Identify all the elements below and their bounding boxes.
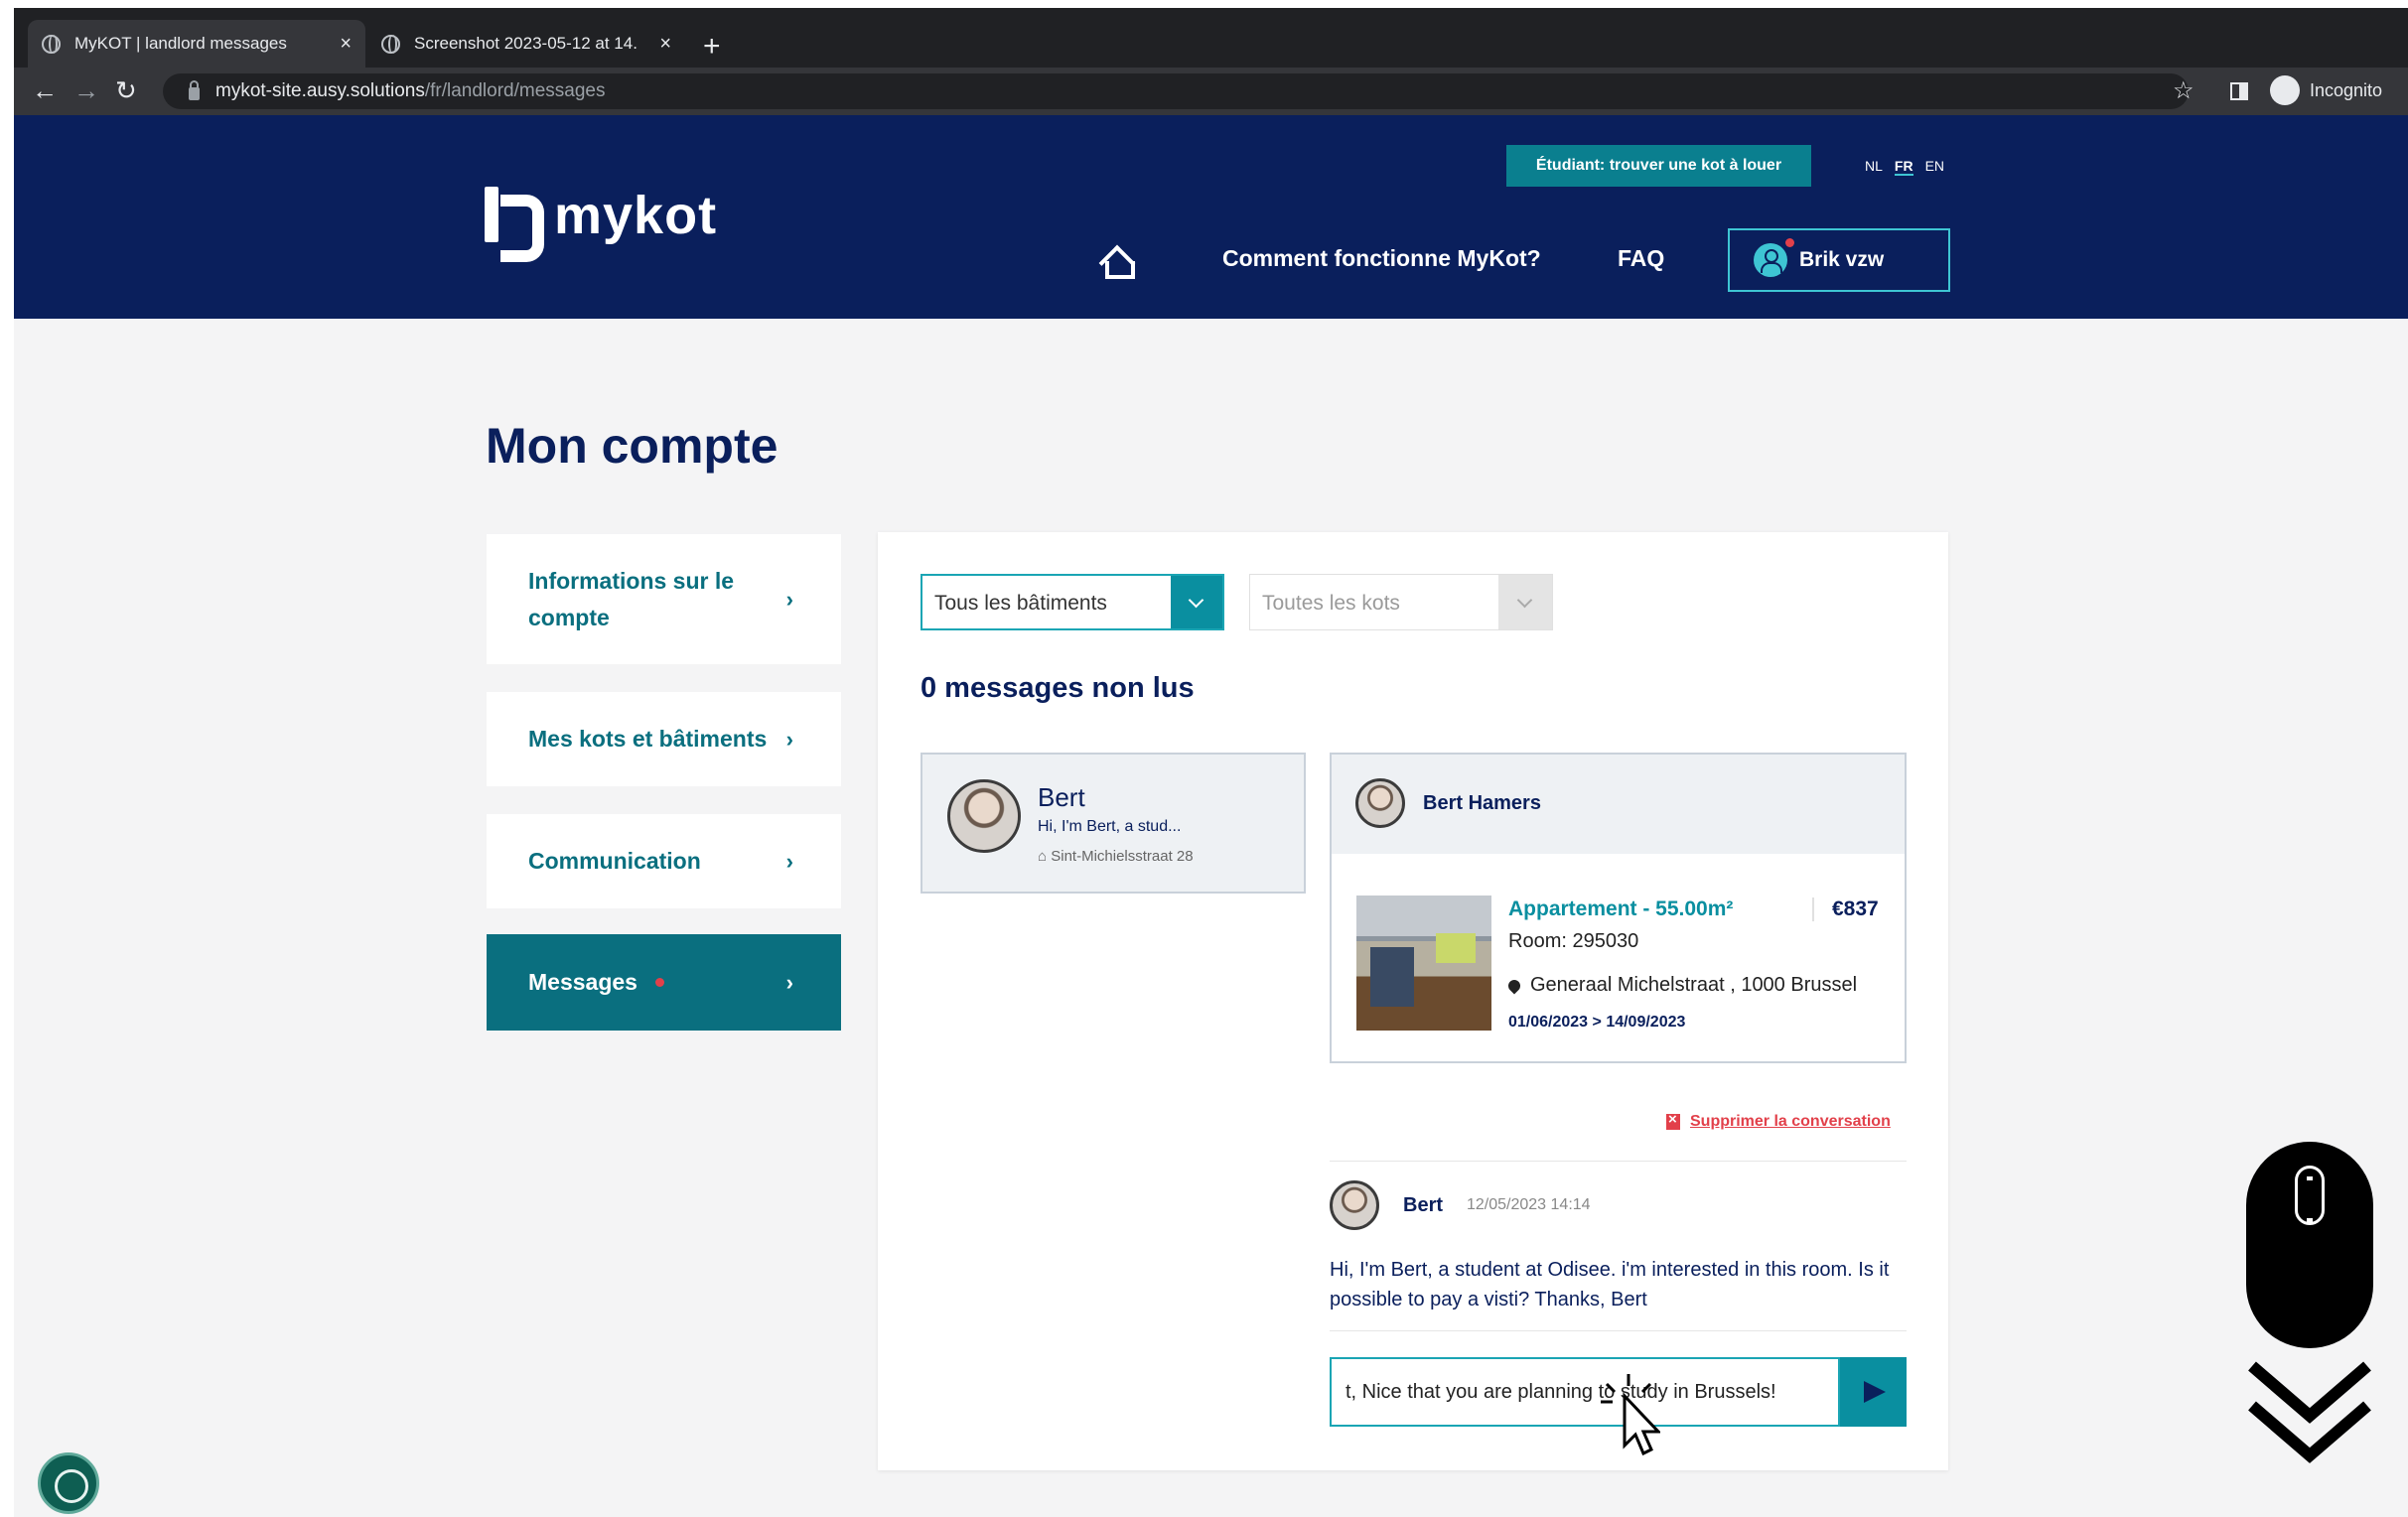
mykot-logo[interactable]: mykot [485, 185, 718, 262]
lang-nl[interactable]: NL [1865, 158, 1883, 176]
conversation-detail-card: Bert Hamers Appartement - 55.00m² €837 R… [1330, 753, 1907, 1063]
address-text: Sint-Michielsstraat 28 [1051, 848, 1194, 865]
unread-dot [654, 978, 664, 987]
forward-icon[interactable]: → [73, 75, 99, 106]
side-panel-icon[interactable] [2230, 82, 2248, 100]
scroll-down-chevrons-icon [2248, 1361, 2371, 1463]
message-body: Hi, I'm Bert, a student at Odisee. i'm i… [1330, 1259, 1890, 1310]
mouse-pointer-icon [1601, 1374, 1660, 1455]
cookie-settings-icon[interactable] [38, 1452, 99, 1514]
incognito-indicator[interactable]: Incognito [2270, 75, 2382, 105]
delete-icon [1666, 1111, 1680, 1130]
location-pin-icon [1505, 977, 1523, 994]
house-icon: ⌂ [1038, 848, 1048, 865]
select-value: Tous les bâtiments [934, 592, 1107, 615]
new-tab-icon[interactable]: + [703, 30, 721, 64]
home-icon[interactable] [1101, 246, 1135, 279]
avatar [1355, 778, 1405, 828]
delete-conversation-link[interactable]: Supprimer la conversation [1666, 1111, 1891, 1131]
chevron-down-icon[interactable] [1498, 575, 1552, 629]
logo-wordmark: mykot [554, 186, 718, 245]
back-icon[interactable]: ← [32, 75, 58, 106]
menu-label: Communication [528, 848, 701, 874]
reply-input[interactable] [1346, 1377, 1822, 1407]
lock-icon [189, 79, 200, 100]
tab-screenshot[interactable]: Screenshot 2023-05-12 at 14. × [367, 20, 685, 68]
chevron-down-icon[interactable] [1171, 576, 1222, 628]
message-author: Bert [1403, 1194, 1444, 1216]
message-avatar [1330, 1180, 1379, 1230]
divider [1330, 1330, 1907, 1331]
rental-dates: 01/06/2023 > 14/09/2023 [1508, 1014, 1686, 1031]
apartment-title[interactable]: Appartement - 55.00m² [1508, 897, 1733, 921]
room-number: Room: 295030 [1508, 930, 1639, 952]
lang-en[interactable]: EN [1925, 158, 1944, 176]
student-find-kot-button[interactable]: Étudiant: trouver une kot à louer [1506, 145, 1811, 187]
url-path: /fr/landlord/messages [424, 80, 606, 101]
conversation-address: ⌂ Sint-Michielsstraat 28 [1038, 848, 1194, 865]
select-value: Toutes les kots [1262, 592, 1400, 615]
send-button[interactable] [1840, 1357, 1907, 1427]
nav-faq[interactable]: FAQ [1618, 245, 1664, 272]
room-photo [1356, 896, 1491, 1031]
notification-dot [1785, 238, 1794, 247]
conversation-name: Bert [1038, 782, 1085, 812]
menu-communication[interactable]: Communication › [487, 814, 841, 908]
conversation-list-item[interactable]: Bert Hi, I'm Bert, a stud... ⌂ Sint-Mich… [921, 753, 1306, 894]
reply-field[interactable] [1330, 1357, 1840, 1427]
bookmark-star-icon[interactable]: ☆ [2173, 76, 2195, 105]
mouse-wheel [2295, 1166, 2325, 1225]
contact-name: Bert Hamers [1423, 792, 1541, 814]
chevron-right-icon: › [785, 727, 793, 752]
url-host: mykot-site.ausy.solutions [215, 80, 425, 101]
delete-label: Supprimer la conversation [1690, 1113, 1891, 1130]
screen: MyKOT | landlord messages × Screenshot 2… [0, 0, 2408, 1517]
tab-title: MyKOT | landlord messages [74, 34, 287, 53]
browser-tab-bar: MyKOT | landlord messages × Screenshot 2… [14, 8, 2408, 68]
apartment-price: €837 [1812, 897, 1879, 921]
menu-label: Messages [528, 969, 637, 995]
avatar [947, 779, 1021, 853]
message-timestamp: 12/05/2023 14:14 [1467, 1196, 1591, 1213]
globe-icon [42, 34, 61, 54]
language-switcher: NL FR EN [1865, 158, 1944, 176]
menu-label: Mes kots et bâtiments [528, 726, 768, 752]
page-title: Mon compte [486, 418, 779, 474]
tab-title: Screenshot 2023-05-12 at 14. [414, 34, 637, 53]
incognito-label: Incognito [2310, 79, 2383, 100]
url-field[interactable]: mykot-site.ausy.solutions/fr/landlord/me… [163, 73, 2189, 109]
user-icon [1754, 243, 1787, 277]
menu-kots-buildings[interactable]: Mes kots et bâtiments › [487, 692, 841, 786]
room-location: Generaal Michelstraat , 1000 Brussel [1505, 974, 1858, 997]
menu-messages[interactable]: Messages › [487, 934, 841, 1031]
lang-fr[interactable]: FR [1894, 158, 1913, 176]
conversation-preview: Hi, I'm Bert, a stud... [1038, 818, 1182, 835]
address-bar: ← → ↻ mykot-site.ausy.solutions/fr/landl… [14, 68, 2408, 115]
unread-count: 0 messages non lus [921, 672, 1195, 704]
site-header [14, 115, 2408, 319]
incognito-icon [2270, 75, 2300, 105]
user-name: Brik vzw [1799, 248, 1885, 271]
buildings-select[interactable]: Tous les bâtiments [921, 574, 1224, 630]
chevron-right-icon: › [785, 849, 793, 874]
nav-how-it-works[interactable]: Comment fonctionne MyKot? [1222, 245, 1541, 272]
divider [1330, 1161, 1907, 1162]
close-icon[interactable]: × [659, 33, 671, 56]
user-menu-button[interactable]: Brik vzw [1728, 228, 1950, 292]
reload-icon[interactable]: ↻ [115, 75, 137, 106]
chevron-right-icon: › [785, 970, 793, 995]
menu-label: Informations sur le compte [528, 567, 735, 630]
logo-k-icon [485, 187, 544, 262]
scroll-mouse-icon [2246, 1142, 2373, 1348]
close-icon[interactable]: × [340, 33, 352, 56]
chevron-right-icon: › [785, 587, 793, 612]
tab-landlord-messages[interactable]: MyKOT | landlord messages × [28, 20, 365, 68]
menu-account-info[interactable]: Informations sur le compte › [487, 534, 841, 664]
globe-icon [381, 34, 400, 54]
kots-select[interactable]: Toutes les kots [1249, 574, 1553, 630]
location-text: Generaal Michelstraat , 1000 Brussel [1530, 974, 1858, 996]
conversation-header: Bert Hamers [1332, 755, 1905, 854]
